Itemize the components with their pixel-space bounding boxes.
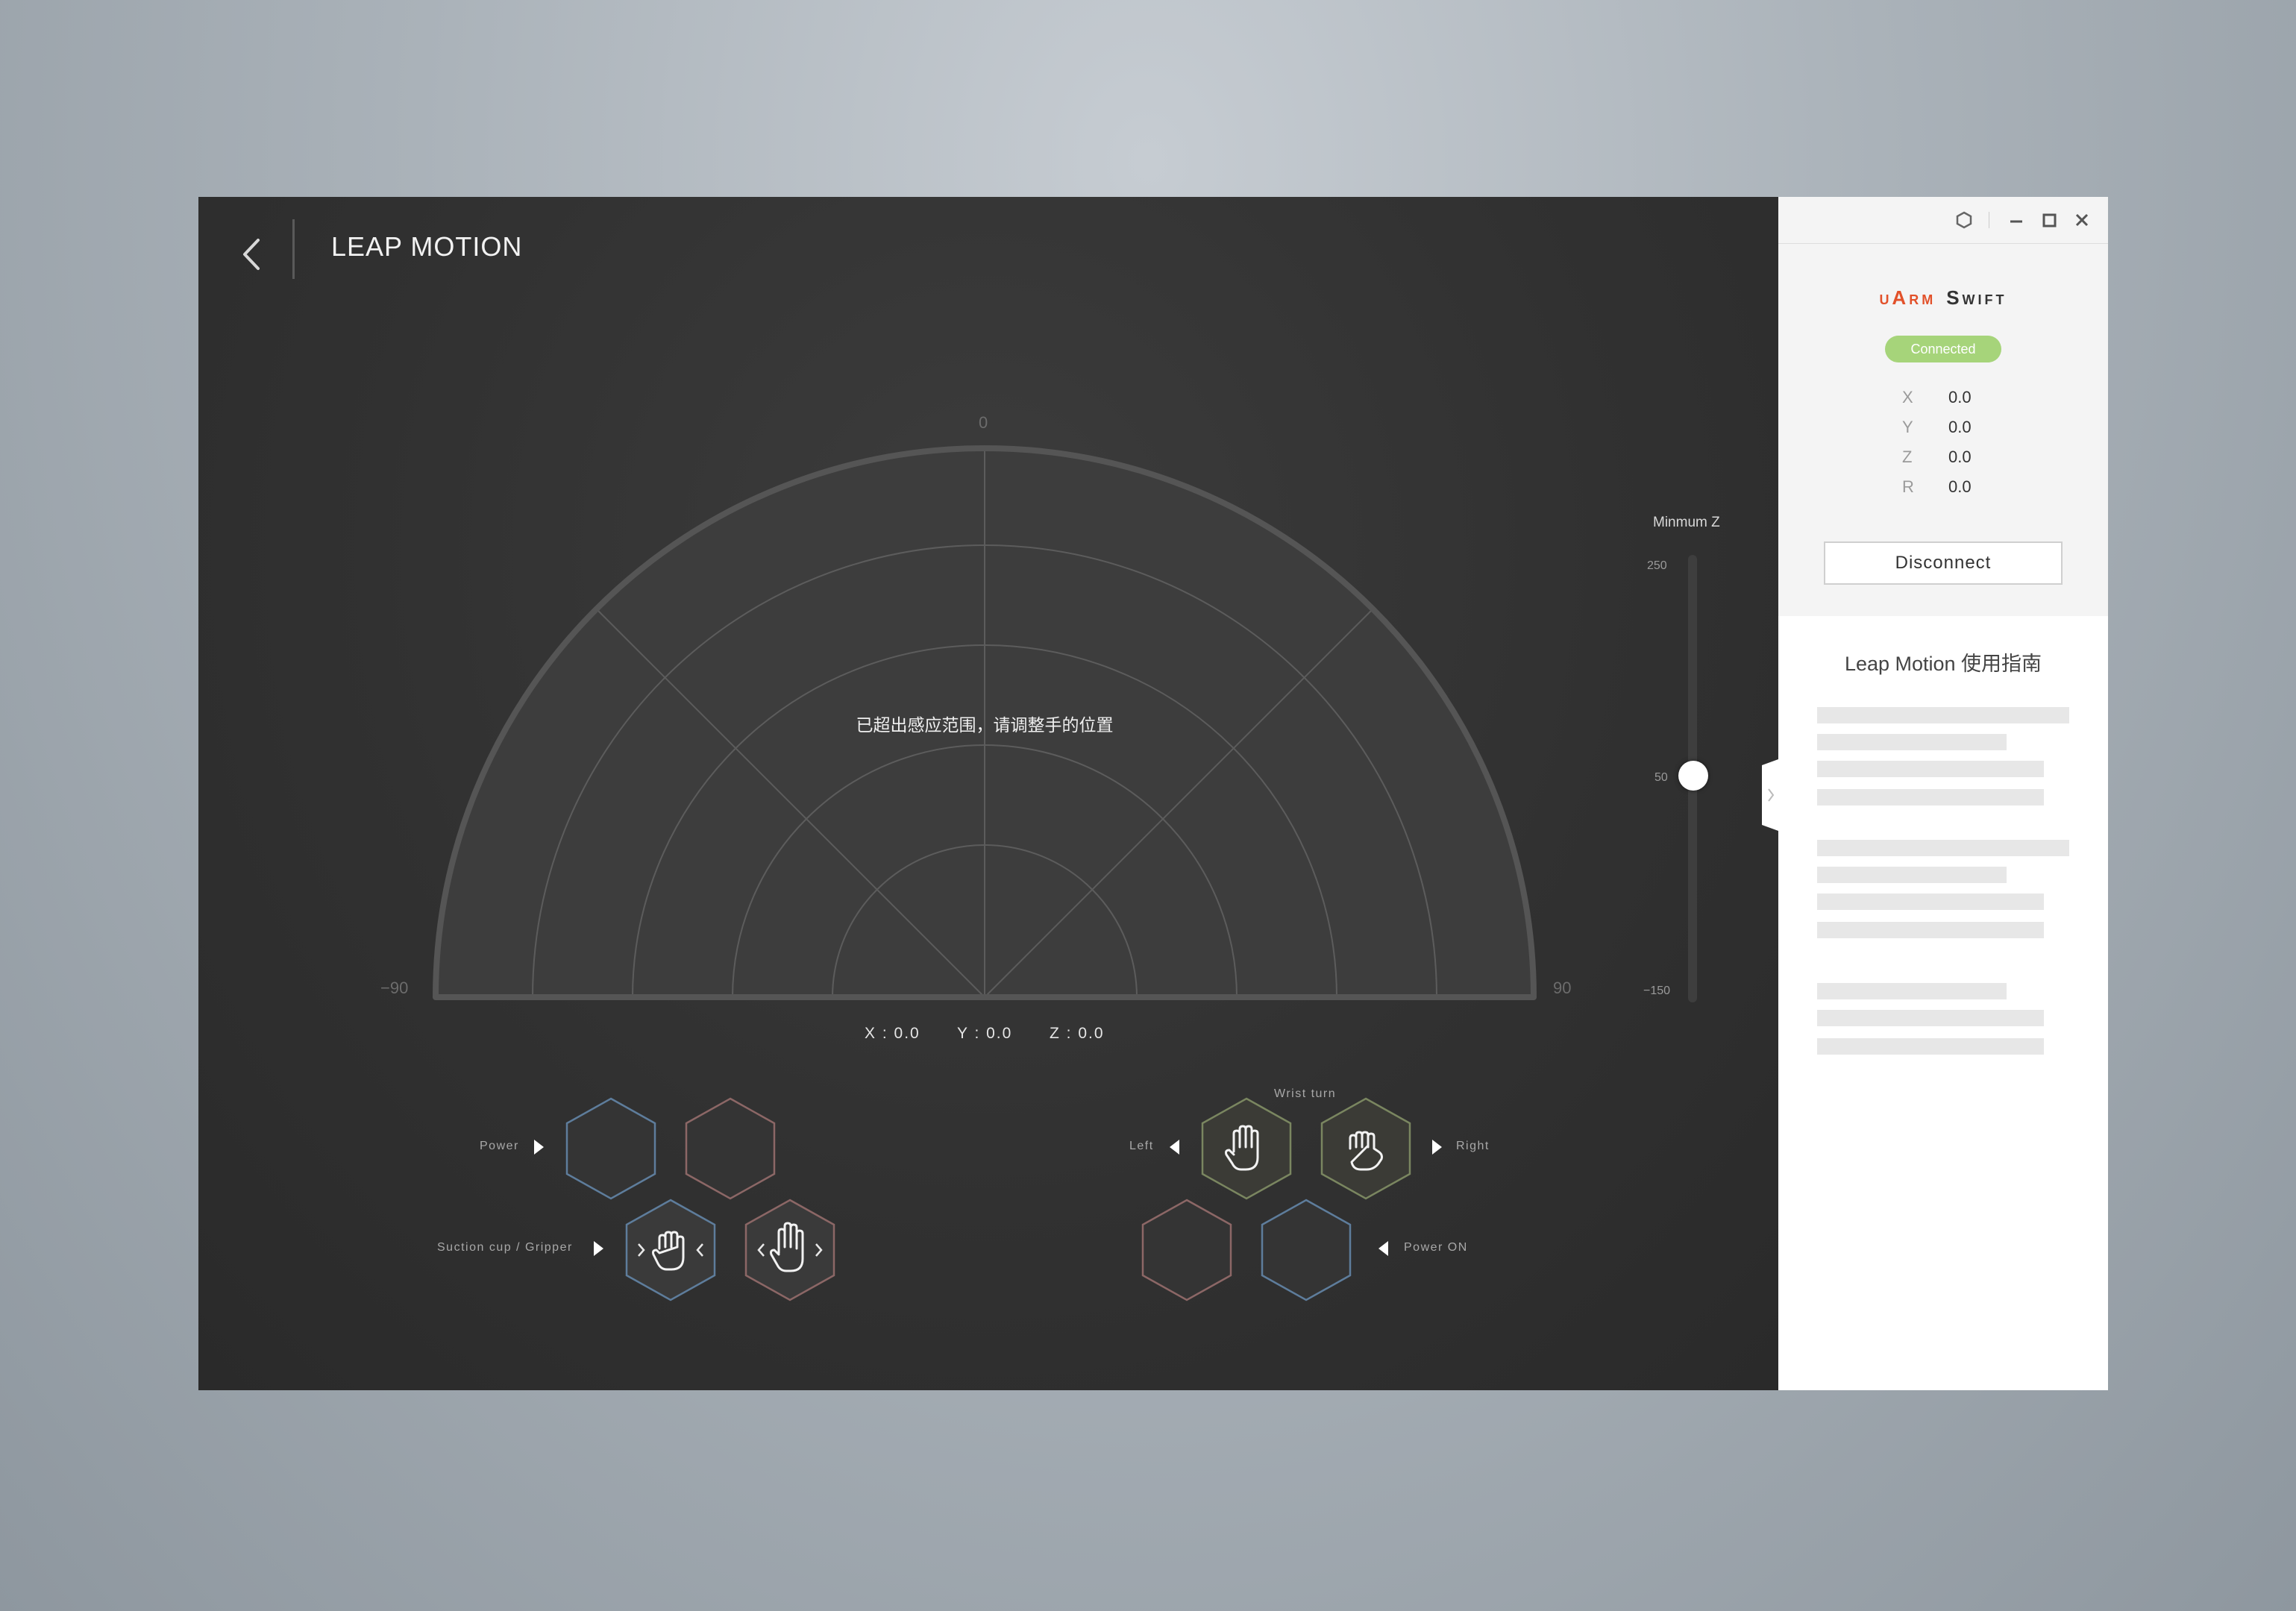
- right-label: Right: [1456, 1140, 1490, 1152]
- guide-text-placeholder: [1817, 867, 2007, 883]
- maximize-button[interactable]: [2036, 207, 2062, 233]
- readout-x: X : 0.0: [865, 1025, 920, 1042]
- device-panel: uArm Swift Connected X 0.0 Y 0.0 Z 0.0 R …: [1778, 197, 2108, 616]
- sidebar-collapse-tab[interactable]: [1762, 759, 1778, 831]
- title-bar: [1778, 197, 2108, 244]
- close-icon: [2075, 213, 2089, 227]
- readout-y: Y : 0.0: [957, 1025, 1013, 1042]
- position-value: 0.0: [1948, 448, 1972, 466]
- maximize-icon: [2042, 213, 2057, 227]
- left-label: Left: [1129, 1140, 1154, 1152]
- guide-text-placeholder: [1817, 707, 2069, 723]
- arrow-left-icon: [1170, 1140, 1179, 1155]
- guide-text-placeholder: [1817, 922, 2044, 938]
- guide-text-placeholder: [1817, 983, 2007, 999]
- axis-label-top: 0: [979, 413, 988, 432]
- guide-text-placeholder: [1817, 789, 2044, 806]
- settings-button[interactable]: [1951, 207, 1977, 233]
- power-off-hex-button[interactable]: [564, 1096, 658, 1201]
- minimize-button[interactable]: [2004, 207, 2029, 233]
- close-button[interactable]: [2069, 207, 2095, 233]
- wrist-right-hex-button[interactable]: [1319, 1096, 1413, 1201]
- suction-gripper-label: Suction cup / Gripper: [437, 1241, 573, 1254]
- guide-text-placeholder: [1817, 761, 2044, 777]
- connection-status-badge: Connected: [1885, 336, 2001, 362]
- position-value: 0.0: [1948, 477, 1972, 496]
- arrow-right-icon: [1432, 1140, 1442, 1155]
- sidebar: uArm Swift Connected X 0.0 Y 0.0 Z 0.0 R …: [1778, 197, 2108, 1390]
- brand-logo: uArm Swift: [1778, 286, 2108, 310]
- guide-title: Leap Motion 使用指南: [1844, 653, 2042, 675]
- minimize-icon: [2010, 220, 2022, 223]
- power-on-label: Power ON: [1404, 1241, 1468, 1254]
- brand-uarm: uArm: [1879, 286, 1936, 309]
- axis-label-left: −90: [380, 979, 409, 997]
- guide-text-placeholder: [1817, 840, 2069, 856]
- arrow-right-icon: [534, 1140, 544, 1155]
- power-on-hex-button[interactable]: [683, 1096, 777, 1201]
- position-axis: R: [1902, 477, 1914, 496]
- pump-off-hex-button[interactable]: [1140, 1198, 1234, 1302]
- position-row-r: R 0.0: [1902, 477, 2051, 500]
- gripper-open-hex-button[interactable]: [743, 1198, 837, 1302]
- brand-swift: Swift: [1946, 286, 2007, 309]
- guide-text-placeholder: [1817, 1038, 2044, 1055]
- power-label: Power: [480, 1140, 519, 1152]
- hexagon-settings-icon: [1956, 211, 1972, 229]
- position-value: 0.0: [1948, 418, 1972, 436]
- min-z-tick-max: 250: [1647, 559, 1667, 572]
- min-z-slider-thumb[interactable]: [1678, 761, 1708, 791]
- readout-z: Z : 0.0: [1050, 1025, 1105, 1042]
- arrow-left-icon: [1378, 1241, 1388, 1256]
- position-axis: Z: [1902, 448, 1913, 466]
- warning-text: 已超出感应范围，请调整手的位置: [856, 715, 1114, 735]
- guide-text-placeholder: [1817, 1010, 2044, 1026]
- min-z-title: Minmum Z: [1653, 515, 1720, 530]
- chevron-right-icon: [1762, 759, 1778, 831]
- position-row-x: X 0.0: [1902, 388, 2051, 410]
- position-value: 0.0: [1948, 388, 1972, 406]
- guide-text-placeholder: [1817, 894, 2044, 910]
- position-axis: Y: [1902, 418, 1913, 436]
- axis-label-right: 90: [1553, 979, 1572, 997]
- guide-text-placeholder: [1817, 734, 2007, 750]
- app-window: LEAP MOTION 已超出感应范围，请调整手的位置 0 −90 90 X :…: [198, 197, 2108, 1390]
- position-row-y: Y 0.0: [1902, 418, 2051, 440]
- arrow-right-icon: [594, 1241, 603, 1256]
- power-on-hex-button-right[interactable]: [1259, 1198, 1353, 1302]
- gripper-close-hex-button[interactable]: [624, 1198, 718, 1302]
- wrist-left-hex-button[interactable]: [1199, 1096, 1293, 1201]
- position-axis: X: [1902, 388, 1913, 406]
- disconnect-button[interactable]: Disconnect: [1824, 541, 2063, 585]
- min-z-tick-mid: 50: [1654, 771, 1668, 784]
- position-row-z: Z 0.0: [1902, 448, 2051, 470]
- leap-motion-panel: LEAP MOTION 已超出感应范围，请调整手的位置 0 −90 90 X :…: [198, 197, 1778, 1390]
- min-z-tick-min: −150: [1643, 984, 1671, 997]
